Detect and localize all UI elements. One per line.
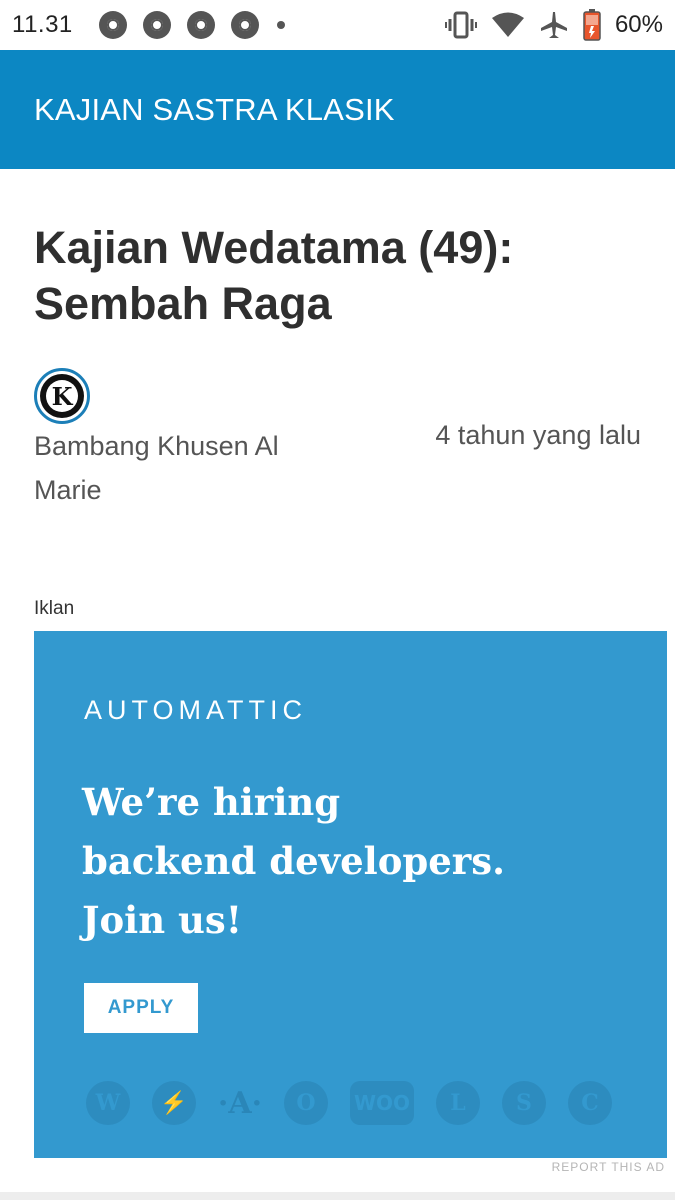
ad-product-icons: W ⚡ ·A· O WOO L S C [86, 1081, 612, 1125]
woocommerce-icon: WOO [350, 1081, 414, 1125]
ad-banner[interactable]: AUTOMATTIC We’re hiring backend develope… [34, 631, 667, 1158]
system-icons: 60% [444, 0, 663, 50]
ad-brand: AUTOMATTIC [84, 695, 307, 725]
author-name[interactable]: Bambang Khusen Al Marie [34, 424, 334, 512]
longreads-icon: L [436, 1081, 480, 1125]
report-ad-link[interactable]: REPORT THIS AD [552, 1160, 665, 1174]
jetpack-icon: ⚡ [152, 1081, 196, 1125]
battery-icon [583, 9, 601, 41]
crowdsignal-icon: C [568, 1081, 612, 1125]
simplenote-s-icon: S [502, 1081, 546, 1125]
avatar-ring: K [40, 374, 84, 418]
apply-button[interactable]: APPLY [84, 983, 198, 1033]
wifi-icon [491, 12, 524, 37]
author-avatar[interactable]: K [34, 368, 90, 424]
wordpress-icon: W [86, 1081, 130, 1125]
status-time: 11.31 [12, 11, 73, 38]
chrome-icon [98, 11, 127, 39]
simplenote-icon: O [284, 1081, 328, 1125]
ad-headline-line: We’re hiring [82, 780, 341, 824]
chrome-icon [186, 11, 215, 39]
app-bar: KAJIAN SASTRA KLASIK [0, 50, 675, 169]
ad-headline-line: backend developers. [82, 839, 506, 883]
avatar-letter: K [46, 380, 78, 412]
ad-headline-line: Join us! [82, 898, 242, 942]
article-title: Kajian Wedatama (49): Sembah Raga [34, 222, 514, 329]
post-date: 4 tahun yang lalu [435, 420, 641, 450]
airplane-mode-icon [540, 12, 567, 38]
ad-label: Iklan [34, 598, 75, 619]
akismet-icon: ·A· [217, 1085, 263, 1121]
battery-percentage: 60% [614, 11, 663, 38]
chrome-icon [230, 11, 259, 39]
ad-headline: We’re hiring backend developers. Join us… [82, 773, 622, 950]
site-title[interactable]: KAJIAN SASTRA KLASIK [34, 92, 395, 128]
notification-icons [98, 11, 285, 39]
vibrate-icon [444, 11, 477, 39]
chrome-icon [142, 11, 171, 39]
status-bar: 11.31 60% [0, 0, 675, 50]
bottom-divider [0, 1192, 675, 1200]
notification-dot-icon [276, 21, 285, 29]
